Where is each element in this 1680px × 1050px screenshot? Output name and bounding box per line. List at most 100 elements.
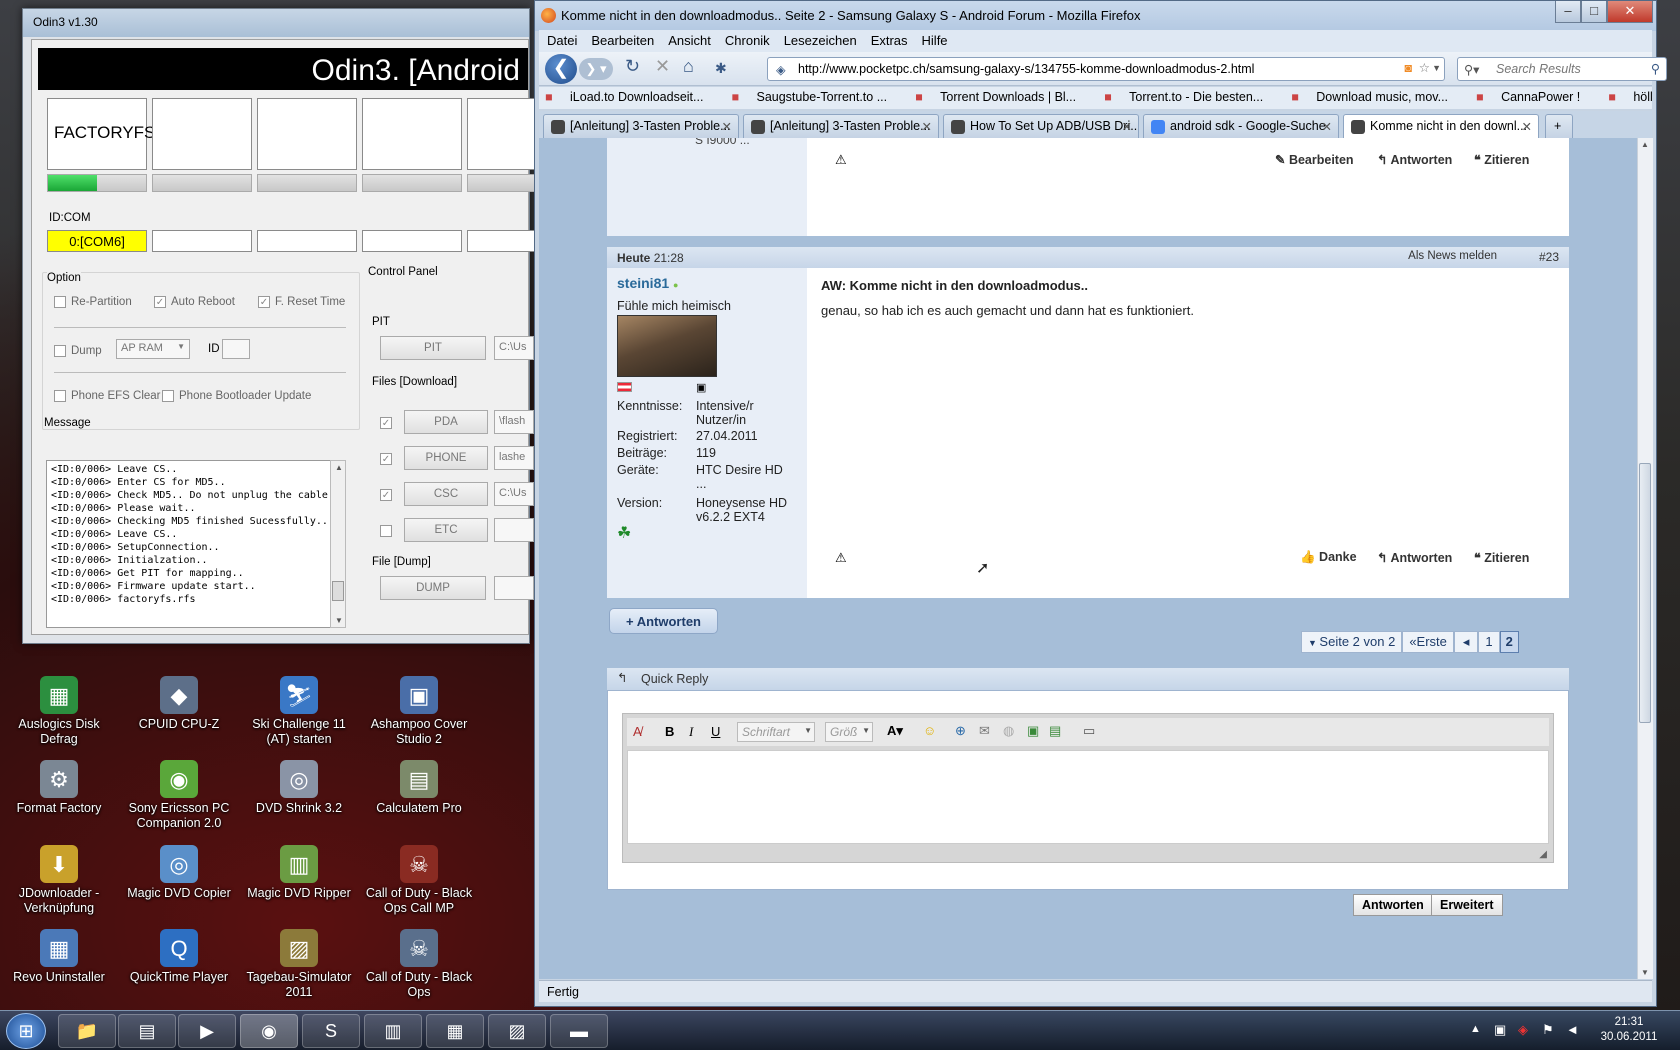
page-1-link[interactable]: 1 — [1478, 631, 1500, 653]
image-icon[interactable]: ▣ — [1027, 723, 1039, 739]
desktop-icon-cod[interactable]: ☠ Call of Duty - Black Ops — [360, 929, 478, 1000]
close-tab-icon[interactable]: ✕ — [1322, 119, 1332, 134]
edit-button[interactable]: ✎ Bearbeiten — [1275, 152, 1354, 167]
f-reset-checkbox[interactable]: ✓ F. Reset Time — [258, 296, 345, 308]
pit-path[interactable]: C:\Us — [494, 336, 534, 360]
tab-1[interactable]: [Anleitung] 3-Tasten Proble... ✕ — [543, 114, 739, 138]
remove-format-icon[interactable]: A̸ — [633, 724, 642, 739]
url-bar[interactable]: ◈ http://www.pocketpc.ch/samsung-galaxy-… — [767, 57, 1445, 81]
reply-thread-button[interactable]: + Antworten — [609, 608, 718, 634]
report-icon[interactable]: ⚠ — [835, 152, 847, 168]
email-icon[interactable]: ✉ — [979, 723, 990, 739]
dump-checkbox[interactable]: Dump — [54, 345, 102, 357]
addon-icon[interactable]: ✱ — [715, 60, 727, 77]
forward-button[interactable]: ❯ ▾ — [579, 58, 613, 80]
arrow-up-icon[interactable]: ▲ — [1641, 140, 1649, 149]
clock[interactable]: 21:31 30.06.2011 — [1596, 1015, 1662, 1045]
desktop-icon-dvdshrink[interactable]: ◎ DVD Shrink 3.2 — [240, 760, 358, 816]
rss-icon[interactable]: ◙ — [1404, 61, 1412, 75]
pda-path[interactable]: \flash — [494, 410, 534, 434]
tab-2[interactable]: [Anleitung] 3-Tasten Proble... ✕ — [743, 114, 939, 138]
home-icon[interactable]: ⌂ — [683, 56, 694, 77]
submit-reply-button[interactable]: Antworten — [1353, 894, 1433, 916]
taskbar-winrar-icon[interactable]: ▨ — [488, 1014, 546, 1048]
bookmark-item[interactable]: ■ Download music, mov... — [1291, 90, 1462, 104]
taskbar-folder-icon[interactable]: ▤ — [118, 1014, 176, 1048]
scroll-thumb[interactable] — [1639, 463, 1651, 723]
desktop-icon-revo[interactable]: ▦ Revo Uninstaller — [0, 929, 118, 985]
bookmark-item[interactable]: ■ Torrent.to - Die besten... — [1104, 90, 1277, 104]
search-icon[interactable]: ⚲ — [1651, 61, 1660, 76]
csc-button[interactable]: CSC — [404, 482, 488, 506]
tray-network-icon[interactable]: ▣ — [1494, 1022, 1506, 1038]
start-button[interactable]: ⊞ — [6, 1013, 46, 1049]
csc-path[interactable]: C:\Us — [494, 482, 534, 506]
reload-icon[interactable]: ↻ — [625, 56, 640, 77]
dropdown-icon[interactable]: ▼ — [1432, 63, 1441, 73]
bootloader-checkbox[interactable]: Phone Bootloader Update — [162, 390, 311, 402]
phone-path[interactable]: lashe — [494, 446, 534, 470]
menu-hilfe[interactable]: Hilfe — [922, 33, 948, 48]
post-number[interactable]: #23 — [1539, 250, 1559, 264]
close-tab-icon[interactable]: ✕ — [1522, 119, 1532, 134]
desktop-icon-auslogics[interactable]: ▦ Auslogics Disk Defrag — [0, 676, 118, 747]
taskbar-explorer-icon[interactable]: 📁 — [58, 1014, 116, 1048]
first-page-link[interactable]: «Erste — [1402, 631, 1454, 653]
firefox-titlebar[interactable]: Komme nicht in den downloadmodus.. Seite… — [535, 1, 1656, 31]
pda-checkbox[interactable]: ✓ — [380, 417, 392, 429]
quote-icon[interactable]: ▭ — [1083, 723, 1095, 739]
ap-ram-select[interactable]: AP RAM ▼ — [116, 339, 190, 359]
bookmark-item[interactable]: ■ Saugstube-Torrent.to ... — [731, 90, 901, 104]
phone-efs-checkbox[interactable]: Phone EFS Clear — [54, 390, 161, 402]
repartition-checkbox[interactable]: Re-Partition — [54, 296, 132, 308]
auto-reboot-checkbox[interactable]: ✓ Auto Reboot — [154, 296, 235, 308]
avatar[interactable] — [617, 315, 717, 377]
quick-reply-header[interactable]: ↰ Quick Reply — [607, 668, 1569, 690]
reply-textarea[interactable] — [627, 750, 1549, 844]
phone-button[interactable]: PHONE — [404, 446, 488, 470]
message-scrollbar[interactable]: ▲ ▼ — [330, 460, 346, 628]
back-button[interactable]: ❮ — [545, 54, 577, 84]
smiley-icon[interactable]: ☺ — [923, 723, 936, 738]
page-scrollbar[interactable]: ▲ ▼ — [1637, 138, 1653, 979]
dump-button[interactable]: DUMP — [380, 576, 486, 600]
desktop-icon-sonyericsson[interactable]: ◉ Sony Ericsson PC Companion 2.0 — [120, 760, 238, 831]
stop-icon[interactable]: ✕ — [655, 56, 670, 77]
scroll-thumb[interactable] — [332, 581, 344, 601]
font-select[interactable]: Schriftart ▼ — [737, 722, 815, 742]
taskbar-skype-icon[interactable]: S — [302, 1014, 360, 1048]
search-engine-icon[interactable]: ⚲▾ — [1464, 62, 1479, 77]
taskbar-media-player-icon[interactable]: ▶ — [178, 1014, 236, 1048]
advanced-button[interactable]: Erweitert — [1431, 894, 1503, 916]
menu-chronik[interactable]: Chronik — [725, 33, 770, 48]
username[interactable]: steini81 ● — [617, 275, 678, 291]
resize-handle-icon[interactable]: ◢ — [1539, 849, 1547, 860]
tab-5[interactable]: Komme nicht in den downl... ✕ — [1343, 114, 1539, 138]
video-icon[interactable]: ▤ — [1049, 723, 1061, 739]
menu-extras[interactable]: Extras — [871, 33, 908, 48]
search-input[interactable]: ⚲▾ Search Results ⚲ — [1457, 57, 1667, 81]
dump-path[interactable] — [494, 576, 534, 600]
desktop-icon-calculatem[interactable]: ▤ Calculatem Pro — [360, 760, 478, 816]
bold-icon[interactable]: B — [665, 724, 674, 739]
desktop-icon-codmp[interactable]: ☠ Call of Duty - Black Ops Call MP — [360, 845, 478, 916]
tray-flag-icon[interactable]: ⚑ — [1542, 1022, 1554, 1038]
taskbar-firefox-icon[interactable]: ◉ — [240, 1014, 298, 1048]
desktop-icon-magicdvdripper[interactable]: ▥ Magic DVD Ripper — [240, 845, 358, 901]
text-color-icon[interactable]: A▾ — [887, 723, 903, 739]
phone-checkbox[interactable]: ✓ — [380, 453, 392, 465]
maximize-button[interactable]: □ — [1581, 1, 1607, 23]
taskbar-cmd-icon[interactable]: ▬ — [550, 1014, 608, 1048]
id-field[interactable] — [222, 339, 250, 359]
menu-datei[interactable]: Datei — [547, 33, 577, 48]
tab-3[interactable]: How To Set Up ADB/USB Dri... ✕ — [943, 114, 1139, 138]
menu-bearbeiten[interactable]: Bearbeiten — [591, 33, 654, 48]
arrow-down-icon[interactable]: ▼ — [335, 616, 343, 625]
desktop-icon-formatfactory[interactable]: ⚙ Format Factory — [0, 760, 118, 816]
bookmark-item[interactable]: ■ CannaPower ! — [1476, 90, 1594, 104]
desktop-icon-tagebau[interactable]: ▨ Tagebau-Simulator 2011 — [240, 929, 358, 1000]
bookmark-item[interactable]: ■ Torrent Downloads | Bl... — [915, 90, 1090, 104]
report-icon[interactable]: ⚠ — [835, 550, 847, 566]
desktop-icon-quicktime[interactable]: Q QuickTime Player — [120, 929, 238, 985]
quote-button[interactable]: ❝ Zitieren — [1474, 152, 1529, 167]
